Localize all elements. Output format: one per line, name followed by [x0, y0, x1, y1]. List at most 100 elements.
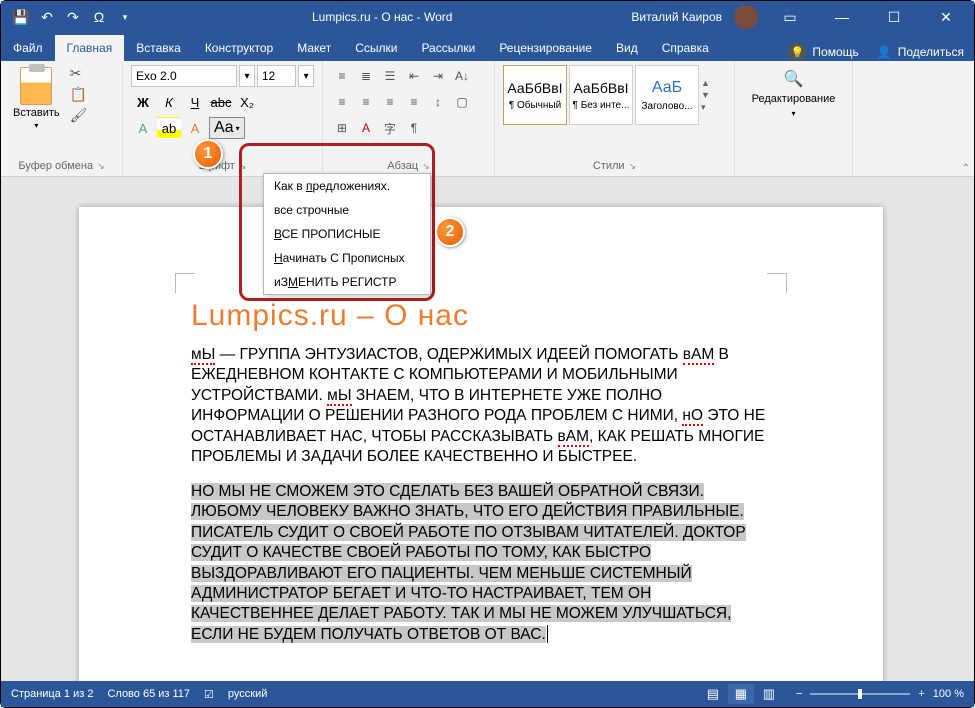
styles-launcher-icon[interactable]: ↘	[629, 161, 637, 172]
numbering-button[interactable]: ≣	[355, 65, 377, 87]
zoom-value[interactable]: 100 %	[933, 688, 964, 700]
redo-icon[interactable]: ↷	[65, 9, 81, 25]
view-web-icon[interactable]: ▥	[756, 684, 782, 704]
doc-heading[interactable]: Lumpics.ru – О нас	[191, 299, 771, 333]
align-left-button[interactable]: ≡	[331, 91, 353, 113]
format-painter-icon[interactable]: 🖌	[70, 107, 88, 124]
document-area[interactable]: Lumpics.ru – О нас мЫ — ГРУППА ЭНТУЗИАСТ…	[1, 177, 974, 681]
tab-help[interactable]: Справка	[650, 35, 721, 61]
save-icon[interactable]: 💾	[13, 9, 29, 25]
font-launcher-icon[interactable]: ↘	[239, 161, 247, 172]
sub-super-button[interactable]: X₂	[235, 91, 259, 113]
spellcheck-icon[interactable]: ☑	[204, 688, 214, 701]
tab-view[interactable]: Вид	[604, 35, 650, 61]
group-clipboard-label: Буфер обмена	[18, 160, 93, 172]
user-name[interactable]: Виталий Каиров	[631, 10, 722, 24]
cut-icon[interactable]: ✂	[70, 65, 88, 82]
status-language[interactable]: русский	[228, 688, 267, 700]
minimize-icon[interactable]: —	[822, 1, 862, 33]
borders-button[interactable]: ⊞	[331, 117, 353, 139]
style-heading1[interactable]: АаБ Заголово...	[635, 65, 699, 125]
group-styles-label: Стили	[593, 160, 625, 172]
case-capitalize[interactable]: Начинать С Прописных	[264, 246, 430, 270]
zoom-slider[interactable]	[810, 693, 910, 695]
underline-button[interactable]: Ч	[183, 91, 207, 113]
text-cursor	[547, 625, 548, 643]
styles-up-icon[interactable]: ▲	[701, 78, 717, 88]
case-sentence[interactable]: Как в предложениях.	[264, 174, 430, 198]
font-name-select[interactable]: Exo 2.0	[131, 65, 237, 87]
tab-home[interactable]: Главная	[55, 35, 125, 61]
document-content[interactable]: Lumpics.ru – О нас мЫ — ГРУППА ЭНТУЗИАСТ…	[191, 299, 771, 659]
ribbon-display-icon[interactable]: ▭	[770, 1, 810, 33]
align-right-button[interactable]: ≡	[379, 91, 401, 113]
font-color-button[interactable]: A	[183, 117, 207, 139]
align-center-button[interactable]: ≡	[355, 91, 377, 113]
sort-button[interactable]: A↓	[451, 65, 473, 87]
view-print-icon[interactable]: ▦	[728, 684, 754, 704]
case-toggle[interactable]: иЗМЕНИТЬ РЕГИСТР	[264, 270, 430, 294]
line-spacing-button[interactable]: ↕	[427, 91, 449, 113]
multilist-button[interactable]: ☰	[379, 65, 401, 87]
justify-button[interactable]: ≡	[403, 91, 425, 113]
margin-crop-tl	[175, 273, 195, 293]
case-lower[interactable]: все строчные	[264, 198, 430, 222]
az-button[interactable]: A	[355, 117, 377, 139]
maximize-icon[interactable]: ☐	[874, 1, 914, 33]
copy-icon[interactable]: 📋	[70, 86, 88, 103]
user-avatar[interactable]	[734, 5, 758, 29]
zoom-out-button[interactable]: −	[796, 688, 802, 700]
strike-button[interactable]: abc	[209, 91, 233, 113]
tell-me-label[interactable]: Помощь	[812, 45, 858, 59]
tab-file[interactable]: Файл	[1, 35, 55, 61]
styles-down-icon[interactable]: ▼	[701, 90, 717, 100]
style-nospace[interactable]: АаБбВвІ ¶ Без инте...	[569, 65, 633, 125]
font-size-select[interactable]: 12	[257, 65, 296, 87]
tab-insert[interactable]: Вставка	[124, 35, 193, 61]
font-name-dropdown-icon[interactable]: ▾	[239, 65, 255, 87]
font-size-dropdown-icon[interactable]: ▾	[298, 65, 314, 87]
case-upper[interactable]: ВСЕ ПРОПИСНЫЕ	[264, 222, 430, 246]
zoom-text-button[interactable]: 字	[379, 117, 401, 139]
status-words[interactable]: Слово 65 из 117	[107, 688, 190, 700]
undo-icon[interactable]: ↶	[39, 9, 55, 25]
bold-button[interactable]: Ж	[131, 91, 155, 113]
page[interactable]: Lumpics.ru – О нас мЫ — ГРУППА ЭНТУЗИАСТ…	[79, 207, 883, 681]
share-label[interactable]: Поделиться	[898, 45, 964, 59]
shading-button[interactable]: ▢	[451, 91, 473, 113]
collapse-ribbon-icon[interactable]: ⌃	[962, 163, 970, 174]
change-case-button[interactable]: Aa▾	[209, 117, 245, 139]
group-editing: 🔍 Редактирование ▾	[735, 61, 853, 176]
styles-more-icon[interactable]: ▾	[701, 102, 717, 113]
window-title: Lumpics.ru - О нас - Word	[133, 10, 631, 24]
doc-paragraph-1[interactable]: мЫ — ГРУППА ЭНТУЗИАСТОВ, ОДЕРЖИМЫХ ИДЕЕЙ…	[191, 345, 771, 468]
italic-button[interactable]: К	[157, 91, 181, 113]
text-effects-button[interactable]: A	[131, 117, 155, 139]
doc-paragraph-2[interactable]: НО МЫ НЕ СМОЖЕМ ЭТО СДЕЛАТЬ БЕЗ ВАШЕЙ ОБ…	[191, 482, 771, 646]
style-normal[interactable]: АаБбВвІ ¶ Обычный	[503, 65, 567, 125]
view-read-icon[interactable]: ▤	[700, 684, 726, 704]
tab-layout[interactable]: Макет	[285, 35, 343, 61]
tell-me-icon[interactable]: 💡	[788, 43, 806, 61]
tab-review[interactable]: Рецензирование	[487, 35, 604, 61]
status-page[interactable]: Страница 1 из 2	[11, 688, 93, 700]
highlight-button[interactable]: ab	[157, 117, 181, 139]
omega-icon[interactable]: Ω	[91, 9, 107, 25]
close-icon[interactable]: ✕	[926, 1, 966, 33]
paragraph-launcher-icon[interactable]: ↘	[422, 161, 430, 172]
clipboard-launcher-icon[interactable]: ↘	[97, 161, 105, 172]
tab-design[interactable]: Конструктор	[193, 35, 285, 61]
statusbar: Страница 1 из 2 Слово 65 из 117 ☑ русски…	[1, 681, 974, 707]
paste-button[interactable]: Вставить ▾	[9, 65, 64, 132]
share-icon[interactable]: 👤	[877, 45, 892, 59]
tab-references[interactable]: Ссылки	[343, 35, 409, 61]
tab-mailings[interactable]: Рассылки	[409, 35, 487, 61]
indent-dec-button[interactable]: ⇤	[403, 65, 425, 87]
zoom-in-button[interactable]: +	[918, 688, 924, 700]
indent-inc-button[interactable]: ⇥	[427, 65, 449, 87]
qat-more-icon[interactable]: ▾	[117, 9, 133, 25]
find-icon: 🔍	[784, 69, 804, 89]
bullets-button[interactable]: ≡	[331, 65, 353, 87]
editing-button[interactable]: 🔍 Редактирование ▾	[743, 65, 844, 118]
pilcrow-button[interactable]: ¶	[403, 117, 425, 139]
